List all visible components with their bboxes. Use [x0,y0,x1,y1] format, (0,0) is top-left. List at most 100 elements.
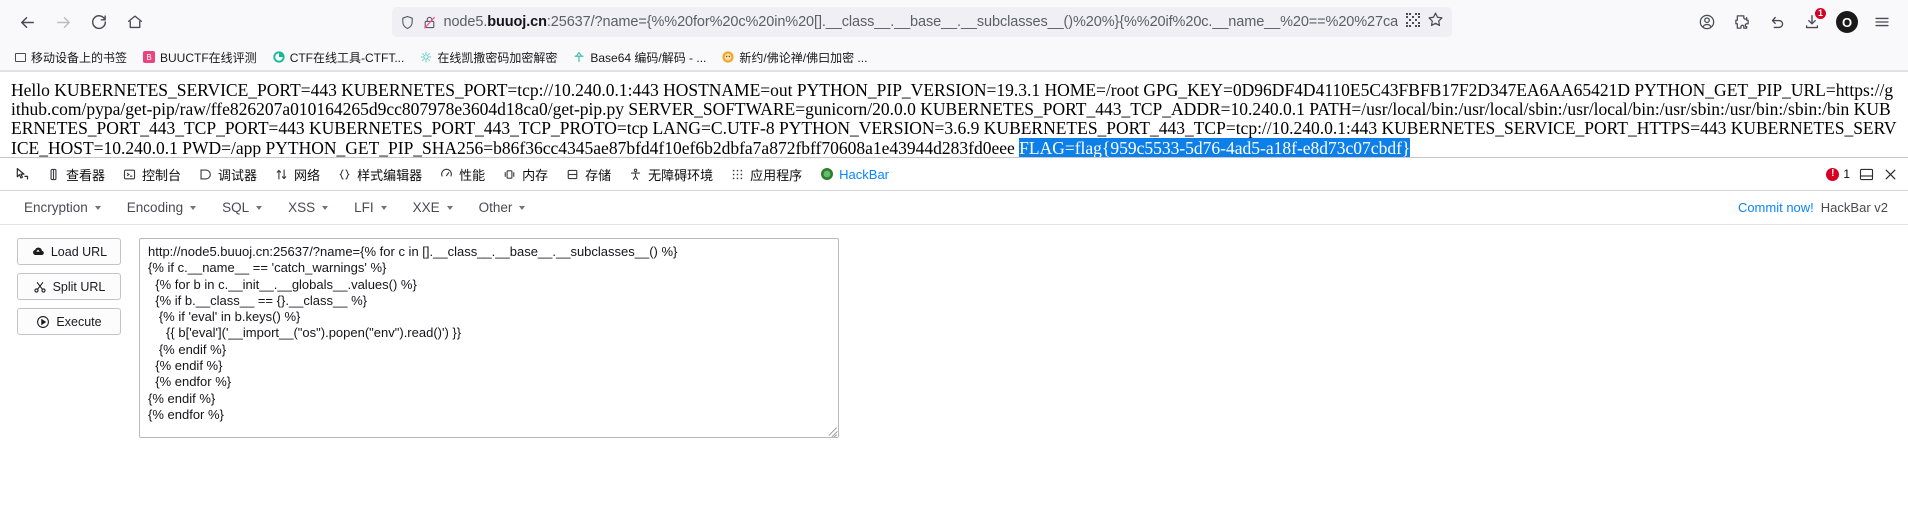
hackbar-icon [819,167,834,182]
bookmark-ctf-tool[interactable]: CTF在线工具-CTFT... [267,47,411,68]
bookmark-label: Base64 编码/解码 - ... [590,50,707,65]
split-url-button[interactable]: Split URL [17,273,121,300]
close-icon[interactable] [1883,167,1898,182]
menu-other[interactable]: Other [469,196,536,219]
hackbar-version-label: HackBar v2 [1820,200,1888,215]
hackbar-menubar: Encryption Encoding SQL XSS LFI XXE Othe… [0,191,1908,225]
bookmark-label: 在线凯撒密码加密解密 [437,50,558,65]
error-icon: ! [1826,167,1840,181]
menu-label: Encryption [24,200,88,215]
button-label: Split URL [52,279,106,294]
selected-flag-text: FLAG=flag{959c5533-5d76-4ad5-a18f-e8d73c… [1019,137,1411,157]
play-icon [36,315,50,329]
performance-icon [439,167,454,182]
tab-label: 存储 [585,167,612,183]
address-bar[interactable]: node5.buuoj.cn:25637/?name={%%20for%20c%… [391,7,1452,37]
app-menu-icon[interactable] [1866,6,1898,38]
debugger-icon [198,167,213,182]
download-badge: 1 [1815,8,1826,19]
url-bar-container: node5.buuoj.cn:25637/?name={%%20for%20c%… [154,7,1689,37]
tab-label: 调试器 [218,167,258,183]
bookmark-label: CTF在线工具-CTFT... [289,50,405,65]
reload-button[interactable] [82,5,116,39]
menu-xxe[interactable]: XXE [403,196,463,219]
avatar: O [1836,11,1858,33]
tab-accessibility[interactable]: 无障碍环境 [620,162,721,186]
menu-label: Encoding [126,200,184,215]
tab-label: 性能 [459,167,486,183]
extensions-puzzle-icon[interactable] [1726,6,1758,38]
menu-lfi[interactable]: LFI [344,196,397,219]
shield-icon[interactable] [400,15,415,30]
menu-label: XXE [412,200,440,215]
opera-profile-icon[interactable]: O [1831,6,1863,38]
execute-button[interactable]: Execute [17,308,121,335]
tab-label: 网络 [294,167,321,183]
tab-hackbar[interactable]: HackBar [811,162,897,186]
menu-sql[interactable]: SQL [212,196,272,219]
navigation-bar: node5.buuoj.cn:25637/?name={%%20for%20c%… [0,0,1908,44]
bookmark-caesar-cipher[interactable]: 在线凯撒密码加密解密 [414,47,563,68]
textarea-resize-handle[interactable] [825,424,837,437]
caesar-favicon [420,51,432,63]
bookmark-label: 新约/佛论禅/佛曰加密 ... [739,50,868,65]
tab-debugger[interactable]: 调试器 [190,162,265,186]
cloud-upload-icon [31,245,45,259]
bookmark-mobile-bookmarks[interactable]: 移动设备上的书签 [8,47,133,68]
load-url-button[interactable]: Load URL [17,238,121,265]
memory-icon [502,167,517,182]
tab-style-editor[interactable]: 样式编辑器 [329,162,430,186]
qr-code-icon[interactable] [1405,12,1421,33]
chevron-down-icon [380,205,387,210]
split-console-icon[interactable] [1859,167,1874,182]
folder-icon [14,51,26,63]
application-icon [730,167,745,182]
browser-chrome: node5.buuoj.cn:25637/?name={%%20for%20c%… [0,0,1908,72]
hackbar-menubar-right: Commit now! HackBar v2 [1738,200,1894,215]
url-text: node5.buuoj.cn:25637/?name={%%20for%20c%… [443,14,1398,30]
back-button[interactable] [10,5,44,39]
bookmark-base64[interactable]: Base64 编码/解码 - ... [567,47,712,68]
console-icon [122,167,137,182]
ctf-tool-favicon [273,51,285,63]
tab-network[interactable]: 网络 [266,162,328,186]
tab-inspector[interactable]: 查看器 [38,162,113,186]
downloads-icon[interactable]: 1 [1796,6,1828,38]
button-label: Execute [56,314,102,329]
env-dump-text: Hello KUBERNETES_SERVICE_PORT=443 KUBERN… [11,80,1897,157]
tab-console[interactable]: 控制台 [114,162,189,186]
menu-label: XSS [288,200,316,215]
tab-label: 内存 [522,167,549,183]
page-body-text: Hello KUBERNETES_SERVICE_PORT=443 KUBERN… [0,72,1908,157]
tab-application[interactable]: 应用程序 [722,162,810,186]
star-icon[interactable] [1427,11,1444,33]
inspector-icon [46,167,61,182]
picker-glyph [14,167,29,182]
menu-xss[interactable]: XSS [278,196,338,219]
browser-toolbar-right: 1 O [1691,6,1898,38]
svg-text:B: B [146,53,151,62]
bookmark-buuctf[interactable]: B BUUCTF在线评测 [137,47,263,68]
menu-encryption[interactable]: Encryption [14,196,111,219]
request-url-textarea[interactable]: http://node5.buuoj.cn:25637/?name={% for… [139,238,839,438]
chevron-down-icon [94,205,101,210]
tab-storage[interactable]: 存储 [557,162,619,186]
tab-memory[interactable]: 内存 [494,162,556,186]
error-count-indicator[interactable]: ! 1 [1826,167,1850,181]
forward-button[interactable] [46,5,80,39]
bookmark-buddha-cipher[interactable]: 新约/佛论禅/佛曰加密 ... [716,47,873,68]
tab-label: 样式编辑器 [357,167,423,183]
lock-broken-icon[interactable] [422,15,437,30]
commit-now-link[interactable]: Commit now! [1738,200,1814,215]
tab-label: 查看器 [66,167,106,183]
tab-label: 应用程序 [750,167,803,183]
undo-arrow-icon[interactable] [1761,6,1793,38]
home-button[interactable] [118,5,152,39]
menu-label: Other [478,200,513,215]
element-picker-icon[interactable] [6,162,37,186]
account-icon[interactable] [1691,6,1723,38]
hackbar-body: Load URL Split URL Execute http://node5.… [0,225,1908,438]
tab-performance[interactable]: 性能 [431,162,493,186]
menu-encoding[interactable]: Encoding [117,196,206,219]
devtools-toolbar-actions: ! 1 [1826,167,1902,182]
